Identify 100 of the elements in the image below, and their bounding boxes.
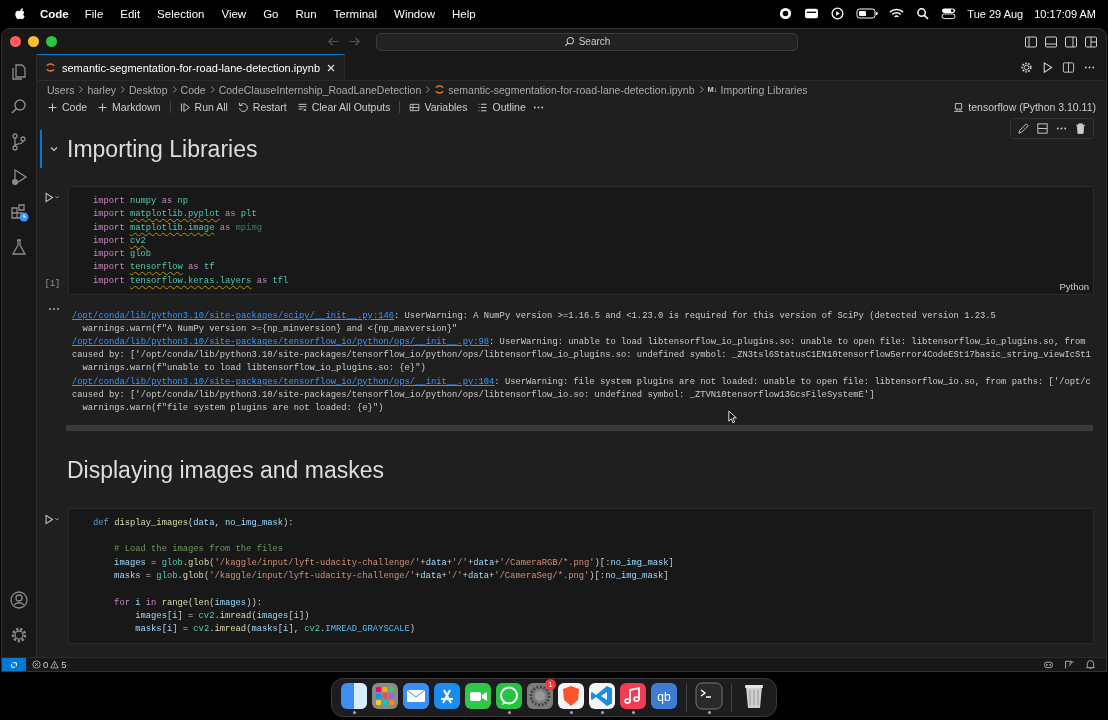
close-icon[interactable] <box>326 62 337 73</box>
app-menu[interactable]: Code <box>40 7 69 20</box>
settings-icon[interactable] <box>1020 60 1033 74</box>
app-icon[interactable] <box>433 681 461 710</box>
toolbar-button[interactable]: Markdown <box>93 98 165 116</box>
settings-icon[interactable] <box>9 625 29 645</box>
menu-item[interactable]: Help <box>451 7 476 20</box>
code-line: def display_images(data, no_img_mask): <box>93 516 295 530</box>
menu-item[interactable]: View <box>221 7 247 20</box>
output-line: caused by: ['/opt/conda/lib/python3.10/site-packages/tensorflow_io/python/ops/libtensorflow_io_plugins.so: undefined symbol: _ZN3tsl6StatusC1EN10tensorflow5error4CodeESt17basic_string_viewIcSt1 <box>72 349 1092 363</box>
toolbar-button[interactable]: Clear All Outputs <box>292 98 395 116</box>
app-icon[interactable] <box>557 681 585 710</box>
minimize-icon[interactable] <box>28 36 39 47</box>
layout-icon[interactable] <box>1064 34 1078 49</box>
app-icon[interactable] <box>526 681 554 710</box>
monitor-icon <box>953 101 965 113</box>
layout-icon[interactable] <box>1084 34 1098 49</box>
menu-item[interactable]: File <box>84 7 104 20</box>
delete-icon[interactable] <box>1074 122 1087 135</box>
run-debug-icon[interactable] <box>9 167 29 187</box>
remote-button[interactable] <box>2 658 26 671</box>
clock-time[interactable]: 10:17:09 AM <box>1034 7 1096 20</box>
record-icon[interactable] <box>778 7 794 20</box>
feedback-icon[interactable] <box>1064 659 1075 670</box>
chevron-icon <box>77 85 85 94</box>
problems-indicator[interactable]: 0 5 <box>32 659 67 670</box>
toolbar-button[interactable]: Restart <box>233 98 291 116</box>
layout-icon[interactable] <box>1024 34 1038 49</box>
collapse-chevron-icon[interactable] <box>49 144 59 154</box>
account-icon[interactable] <box>9 590 29 610</box>
source-control-icon[interactable] <box>9 132 29 152</box>
breadcrumb-item[interactable]: Users <box>47 83 75 96</box>
app-icon[interactable] <box>371 681 399 710</box>
breadcrumb-item[interactable]: Code <box>180 83 206 96</box>
app-icon[interactable]: qb <box>650 681 678 710</box>
search-icon[interactable] <box>915 7 931 20</box>
plus-icon <box>97 101 109 113</box>
control-center-icon[interactable] <box>941 7 957 20</box>
breadcrumb-item[interactable]: semantic-segmentation-for-road-lane-detection.ipynb <box>434 83 695 96</box>
more-icon[interactable] <box>47 306 61 313</box>
edit-icon[interactable] <box>1017 122 1030 135</box>
display-icon[interactable] <box>804 7 820 20</box>
close-icon[interactable] <box>10 36 21 47</box>
bell-icon[interactable] <box>1085 659 1096 670</box>
play-icon[interactable] <box>830 7 846 20</box>
language-label[interactable]: Python <box>1059 281 1089 293</box>
clock-date[interactable]: Tue 29 Aug <box>967 7 1024 20</box>
menu-item[interactable]: Edit <box>120 7 141 20</box>
code-line: images = glob.glob('/kaggle/input/lyft-udacity-challenge/'+data+'/'+data+'/CameraRGB/*.png')[:no_img_mask] <box>113 556 675 570</box>
app-icon[interactable] <box>402 681 430 710</box>
breadcrumb-item[interactable]: CodeClauseInternship_RoadLaneDetection <box>218 83 422 96</box>
copilot-icon[interactable] <box>1043 659 1054 670</box>
app-icon[interactable] <box>495 681 523 710</box>
menu-item[interactable]: Run <box>295 7 317 20</box>
back-arrow-icon[interactable] <box>327 35 340 48</box>
run-icon[interactable] <box>1041 60 1054 74</box>
run-cell-icon[interactable] <box>44 513 61 525</box>
search-field[interactable]: Search <box>376 32 798 51</box>
extensions-icon[interactable] <box>9 202 29 222</box>
layout-icon[interactable] <box>1044 34 1058 49</box>
error-icon <box>32 660 41 669</box>
file-link[interactable]: /opt/conda/lib/python3.10/site-packages/tensorflow_io/python/ops/__init__.py:104 <box>72 376 495 387</box>
menu-item[interactable]: Terminal <box>333 7 378 20</box>
terminal-icon[interactable] <box>695 681 723 710</box>
output-line: warnings.warn(f"file system plugins are not loaded: {e}") <box>81 401 385 415</box>
run-cell-icon[interactable] <box>44 192 61 203</box>
breadcrumb-item[interactable]: harley <box>87 83 117 96</box>
menu-item[interactable]: Go <box>263 7 279 20</box>
menu-item[interactable]: Window <box>394 7 435 20</box>
toolbar-button[interactable]: Code <box>43 98 92 116</box>
code-line: import tensorflow as tf <box>93 261 216 275</box>
code-cell[interactable]: import numpy as np import matplotlib.pyplot as plt import matplotlib.image as mpimg import cv2 import glob import tensorflow as tf import tensorflow.keras.layers as tfl Python <box>68 186 1094 296</box>
toolbar-button[interactable]: Outline <box>473 98 530 116</box>
remote-icon <box>9 659 19 670</box>
menu-item[interactable]: Selection <box>157 7 205 20</box>
toolbar-button[interactable]: Run All <box>175 98 232 116</box>
forward-arrow-icon[interactable] <box>348 35 361 48</box>
code-line: import glob <box>93 248 153 262</box>
breadcrumb-item[interactable]: Desktop <box>129 83 168 96</box>
app-icon[interactable] <box>619 681 647 710</box>
toolbar-button[interactable]: Variables <box>405 98 472 116</box>
app-icon[interactable] <box>340 681 368 710</box>
flask-icon[interactable] <box>9 237 29 257</box>
battery-icon[interactable] <box>856 7 879 20</box>
app-icon[interactable] <box>588 681 616 710</box>
table-icon <box>409 101 421 113</box>
maximize-icon[interactable] <box>46 36 57 47</box>
wifi-icon[interactable] <box>889 7 905 20</box>
output-line: /opt/conda/lib/python3.10/site-packages/scipy/__init__.py:146: UserWarning: A NumPy version >=1.16.5 and <1.23.0 is required for this version of SciPy (detected version 1.23.5 <box>72 310 997 324</box>
search-icon <box>563 36 575 47</box>
output-line: warnings.warn(f"unable to load libtensorflow_io_plugins.so: {e}") <box>81 362 427 376</box>
apple-icon[interactable] <box>14 6 26 21</box>
split-cell-icon[interactable] <box>1036 122 1049 135</box>
app-icon[interactable] <box>464 681 492 710</box>
code-line: import matplotlib.pyplot as plt <box>93 208 258 222</box>
files-icon[interactable] <box>9 62 29 82</box>
scrollbar-thumb[interactable] <box>66 424 1093 431</box>
editor-tab[interactable]: semantic-segmentation-for-road-lane-detection.ipynb <box>37 54 346 80</box>
split-editor-icon[interactable] <box>1062 60 1075 74</box>
kernel-picker[interactable]: tensorflow (Python 3.10.11) <box>949 98 1100 116</box>
